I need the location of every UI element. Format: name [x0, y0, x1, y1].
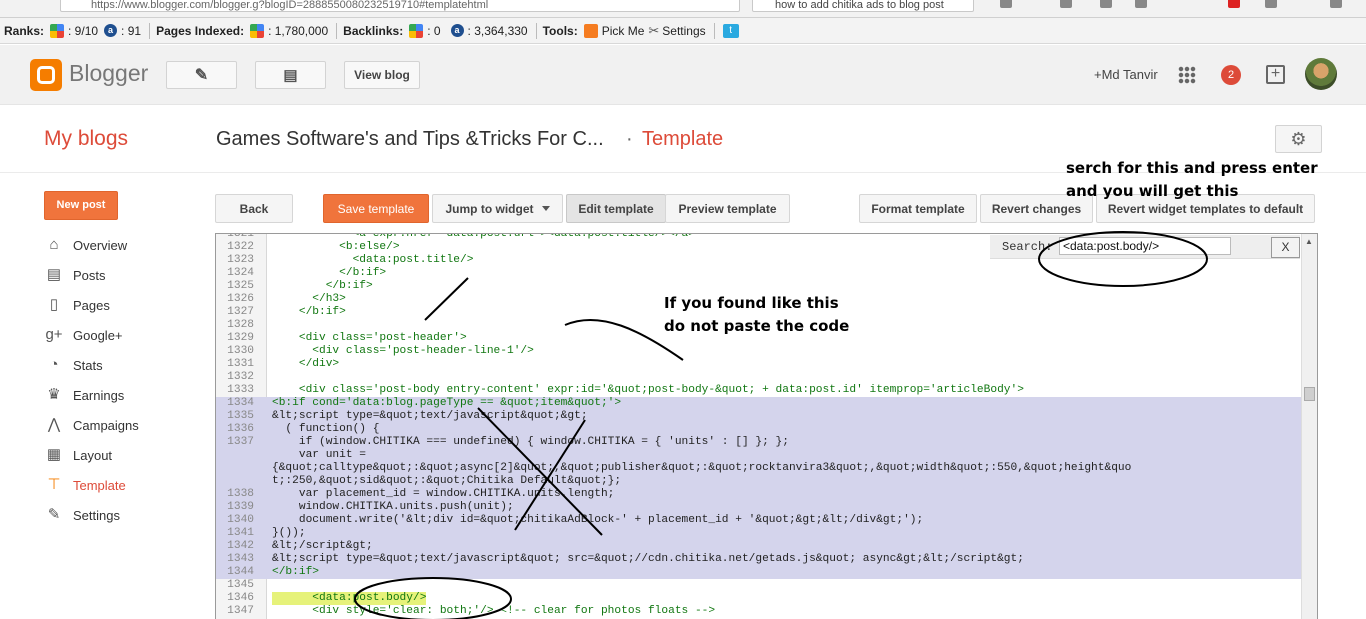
hand-drawn-annotations	[354, 231, 1208, 619]
screen: https://www.blogger.com/blogger.g?blogID…	[0, 0, 1366, 619]
search-circle-mark	[1038, 231, 1208, 287]
arrow-curve-mark	[564, 318, 684, 361]
arrow-stroke-mark	[424, 277, 469, 321]
cross-out-mark-1	[477, 407, 603, 536]
post-body-circle-mark	[354, 577, 512, 619]
cross-out-mark-2	[514, 419, 586, 531]
